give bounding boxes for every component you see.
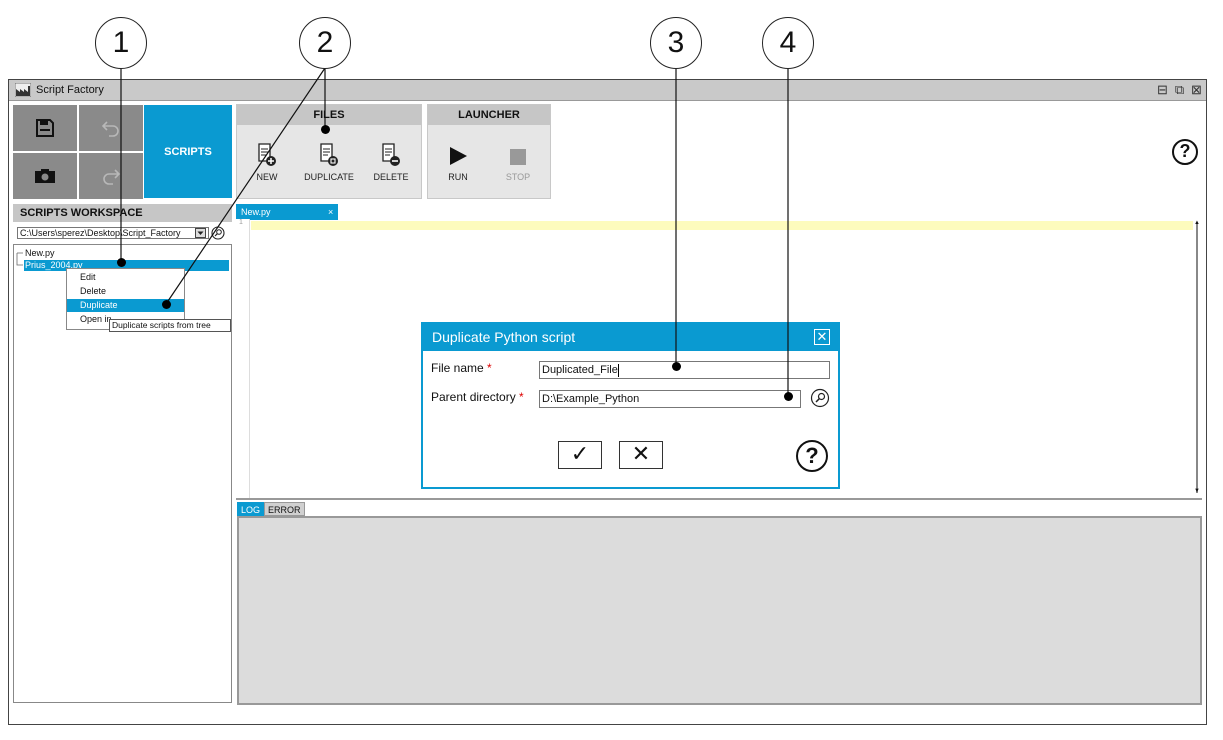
- callout-1-dot: [117, 258, 126, 267]
- camera-icon: [35, 169, 55, 183]
- scroll-down-arrow-icon[interactable]: ▼: [1194, 488, 1200, 494]
- dialog-help-icon[interactable]: ?: [796, 440, 828, 472]
- duplicate-script-icon: [320, 143, 338, 166]
- dialog-title: Duplicate Python script: [432, 329, 576, 345]
- scripts-tab[interactable]: SCRIPTS: [144, 105, 232, 198]
- editor-tab-new-py[interactable]: New.py ×: [236, 204, 338, 220]
- tab-log[interactable]: LOG: [237, 502, 265, 516]
- help-icon[interactable]: ?: [1172, 139, 1198, 165]
- stop-icon: [510, 149, 526, 165]
- cancel-button[interactable]: ✕: [619, 441, 663, 469]
- file-name-input[interactable]: Duplicated_File: [539, 361, 830, 379]
- undo-button[interactable]: [79, 105, 143, 151]
- close-button[interactable]: ⊠: [1190, 83, 1203, 96]
- log-output-area: [237, 516, 1202, 705]
- stop-button[interactable]: STOP: [488, 133, 548, 182]
- confirm-button[interactable]: ✓: [558, 441, 602, 469]
- editor-tab-label: New.py: [241, 207, 271, 217]
- files-group: FILES NEW DUPLICATE DELETE: [236, 104, 422, 199]
- file-name-value: Duplicated_File: [542, 364, 618, 376]
- workspace-path-field[interactable]: C:\Users\sperez\Desktop\Script_Factory: [17, 227, 209, 239]
- run-label: RUN: [448, 172, 468, 182]
- callout-4-dot: [784, 392, 793, 401]
- required-mark: *: [487, 361, 492, 375]
- files-group-title: FILES: [237, 105, 421, 125]
- dialog-title-bar: Duplicate Python script ✕: [423, 324, 838, 351]
- tree-connector: [16, 252, 23, 266]
- parent-directory-label: Parent directory *: [431, 390, 524, 404]
- delete-file-label: DELETE: [373, 172, 409, 182]
- dropdown-arrow-icon[interactable]: [195, 228, 206, 238]
- new-script-icon: [258, 143, 276, 166]
- parent-directory-label-text: Parent directory: [431, 390, 516, 404]
- duplicate-file-button[interactable]: DUPLICATE: [299, 133, 359, 182]
- play-icon: [450, 147, 467, 165]
- minimize-button[interactable]: ⊟: [1156, 83, 1169, 96]
- title-bar: Script Factory ⊟ ⧉ ⊠: [9, 80, 1206, 101]
- new-file-button[interactable]: NEW: [237, 133, 297, 182]
- callout-4: 4: [762, 17, 814, 69]
- save-icon: [36, 119, 54, 137]
- save-button[interactable]: [13, 105, 77, 151]
- text-cursor: [617, 363, 619, 377]
- tree-item-new-py[interactable]: New.py: [25, 248, 55, 258]
- callout-2: 2: [299, 17, 351, 69]
- duplicate-dialog: Duplicate Python script ✕ File name * Du…: [421, 322, 840, 489]
- snapshot-button[interactable]: [13, 153, 77, 199]
- line-number-gutter: 1: [236, 219, 250, 498]
- duplicate-file-label: DUPLICATE: [304, 172, 354, 182]
- tab-close-icon[interactable]: ×: [328, 204, 333, 220]
- file-name-label-text: File name: [431, 361, 484, 375]
- callout-2-dot-files: [321, 125, 330, 134]
- callout-3-dot: [672, 362, 681, 371]
- callout-1: 1: [95, 17, 147, 69]
- scripts-workspace-title: SCRIPTS WORKSPACE: [13, 204, 232, 222]
- parent-directory-input[interactable]: D:\Example_Python: [539, 390, 801, 408]
- browse-search-icon[interactable]: [211, 226, 225, 240]
- redo-icon: [103, 169, 121, 185]
- menu-item-delete[interactable]: Delete: [67, 285, 184, 298]
- required-mark: *: [519, 390, 524, 404]
- delete-script-icon: [382, 143, 400, 166]
- undo-icon: [101, 121, 119, 137]
- window-title: Script Factory: [36, 84, 104, 96]
- callout-3: 3: [650, 17, 702, 69]
- line-number: 1: [239, 219, 243, 226]
- current-line-highlight: [251, 221, 1193, 230]
- factory-icon: [15, 83, 31, 97]
- browse-directory-icon[interactable]: [810, 388, 830, 408]
- editor-log-splitter[interactable]: [236, 498, 1202, 500]
- run-button[interactable]: RUN: [428, 133, 488, 182]
- callout-2-dot-menu: [162, 300, 171, 309]
- editor-scrollbar[interactable]: [1196, 223, 1198, 493]
- launcher-group-title: LAUNCHER: [428, 105, 550, 125]
- menu-item-edit[interactable]: Edit: [67, 271, 184, 284]
- restore-button[interactable]: ⧉: [1173, 83, 1186, 96]
- scroll-up-arrow-icon[interactable]: ▲: [1194, 220, 1200, 226]
- dialog-close-icon[interactable]: ✕: [814, 329, 830, 345]
- launcher-group: LAUNCHER RUN STOP: [427, 104, 551, 199]
- new-file-label: NEW: [256, 172, 278, 182]
- redo-button[interactable]: [79, 153, 143, 199]
- duplicate-tooltip: Duplicate scripts from tree: [109, 319, 231, 332]
- file-name-label: File name *: [431, 361, 492, 375]
- delete-file-button[interactable]: DELETE: [361, 133, 421, 182]
- stop-label: STOP: [505, 172, 531, 182]
- tab-error[interactable]: ERROR: [264, 502, 305, 516]
